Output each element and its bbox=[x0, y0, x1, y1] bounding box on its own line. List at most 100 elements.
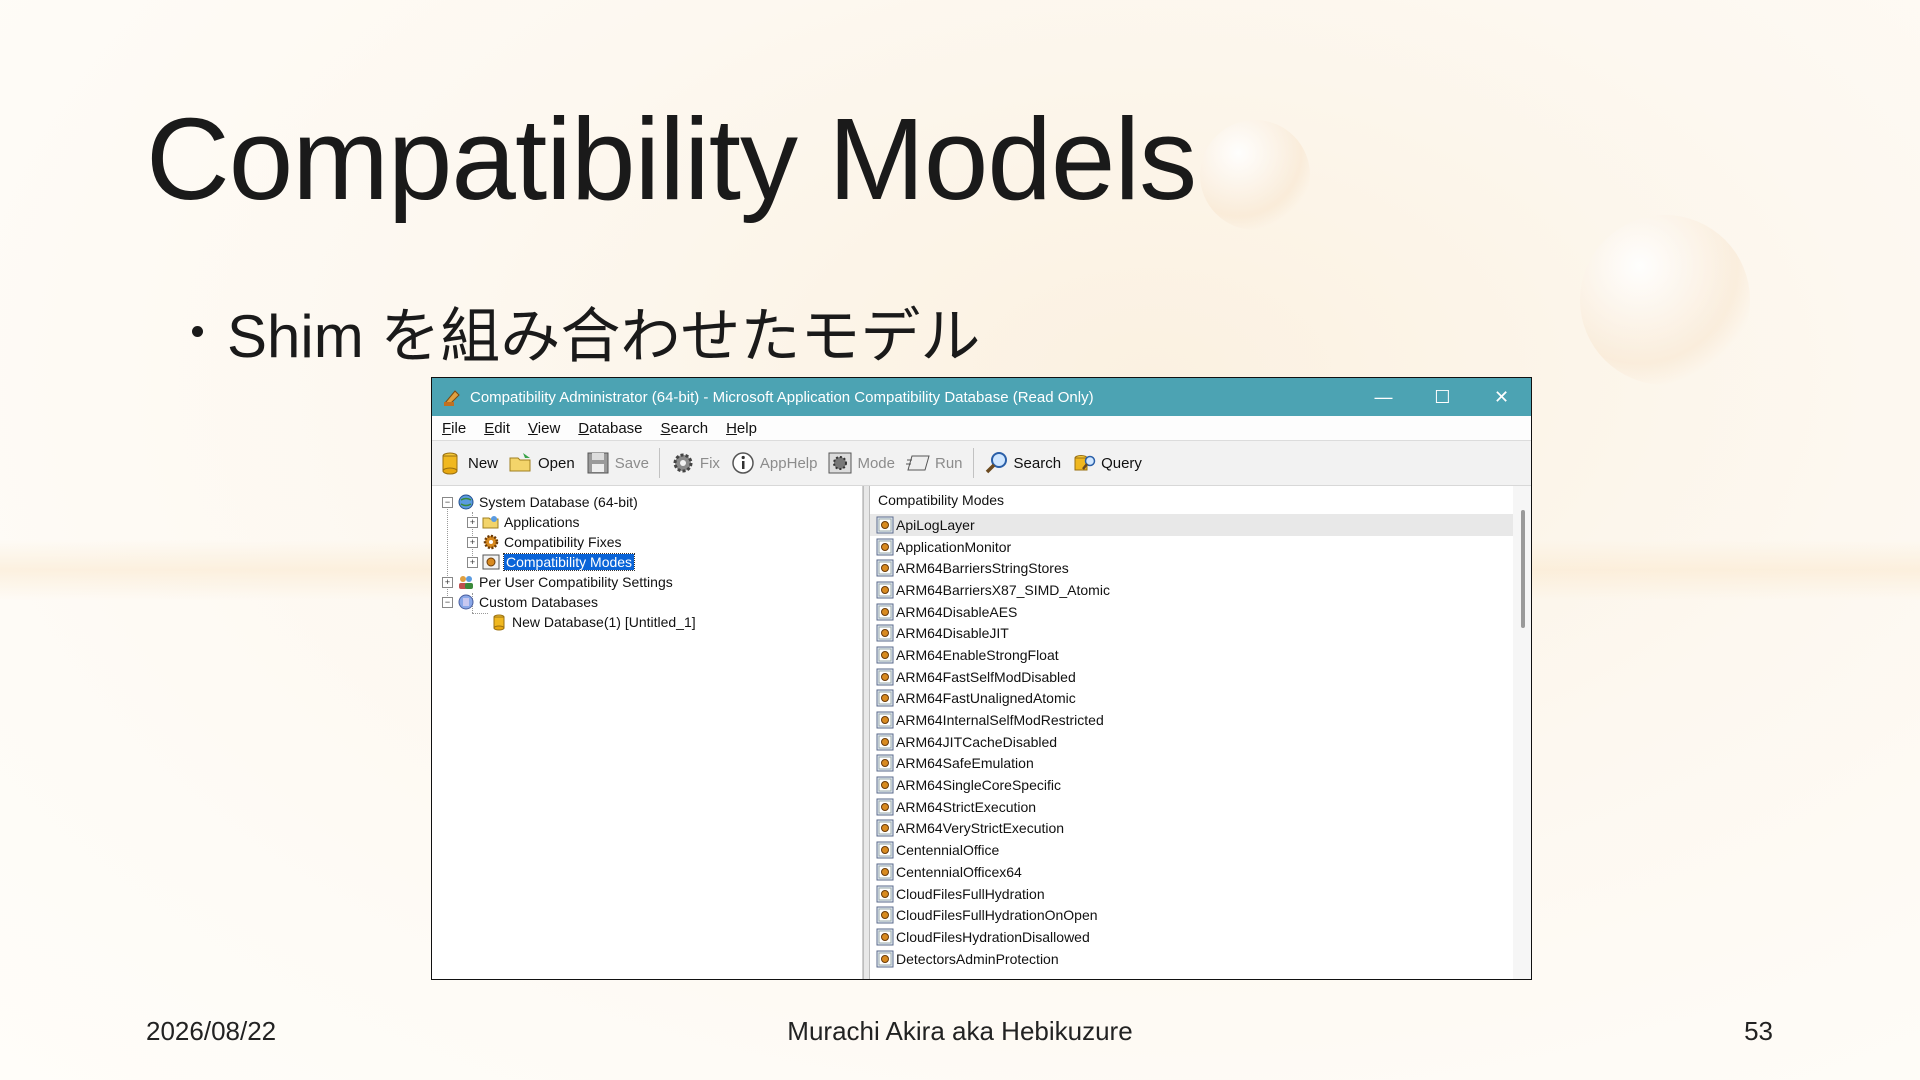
list-item[interactable]: ApplicationMonitor bbox=[870, 536, 1513, 558]
toolbar-separator bbox=[658, 448, 660, 478]
list-item[interactable]: ARM64FastUnalignedAtomic bbox=[870, 688, 1513, 710]
list-item[interactable]: ARM64SafeEmulation bbox=[870, 753, 1513, 775]
vertical-scrollbar[interactable] bbox=[1513, 486, 1531, 979]
menu-view[interactable]: View bbox=[528, 420, 560, 437]
scrollbar-thumb[interactable] bbox=[1521, 510, 1525, 628]
list-item[interactable]: ARM64SingleCoreSpecific bbox=[870, 774, 1513, 796]
list-item[interactable]: ARM64BarriersX87_SIMD_Atomic bbox=[870, 579, 1513, 601]
fix-button[interactable]: Fix bbox=[668, 445, 724, 481]
menu-search[interactable]: Search bbox=[661, 420, 709, 437]
expand-icon[interactable]: + bbox=[467, 556, 478, 568]
list-item[interactable]: ARM64DisableJIT bbox=[870, 622, 1513, 644]
custom-database-icon bbox=[458, 594, 474, 610]
database-new-icon bbox=[442, 452, 458, 475]
save-icon bbox=[587, 452, 609, 474]
list-item[interactable]: CloudFilesFullHydrationOnOpen bbox=[870, 904, 1513, 926]
collapse-icon[interactable]: − bbox=[442, 596, 453, 608]
title-bar[interactable]: Compatibility Administrator (64-bit) - M… bbox=[432, 378, 1531, 416]
run-button[interactable]: Run bbox=[903, 445, 967, 481]
list-item-label: ARM64BarriersStringStores bbox=[896, 560, 1069, 577]
save-button[interactable]: Save bbox=[583, 445, 653, 481]
tree-label-selected: Compatibility Modes bbox=[502, 553, 636, 571]
list-item-label: ARM64EnableStrongFloat bbox=[896, 646, 1059, 663]
toolbar-separator bbox=[972, 448, 974, 478]
menu-edit[interactable]: Edit bbox=[484, 420, 510, 437]
info-icon bbox=[732, 452, 754, 474]
globe-database-icon bbox=[458, 494, 474, 510]
expand-icon[interactable]: + bbox=[467, 516, 478, 528]
list-item[interactable]: DetectorsAdminProtection bbox=[870, 948, 1513, 970]
list-item[interactable]: ARM64FastSelfModDisabled bbox=[870, 666, 1513, 688]
menu-database[interactable]: Database bbox=[578, 420, 642, 437]
list-item[interactable]: ARM64StrictExecution bbox=[870, 796, 1513, 818]
compat-mode-icon bbox=[876, 733, 896, 751]
search-button[interactable]: Search bbox=[982, 445, 1066, 481]
list-item[interactable]: ARM64BarriersStringStores bbox=[870, 557, 1513, 579]
compat-mode-icon bbox=[876, 885, 896, 903]
bullet-text: Shim を組み合わせたモデル bbox=[227, 303, 981, 370]
tree-node-compat-modes[interactable]: + Compatibility Modes bbox=[467, 552, 636, 572]
footer-author: Murachi Akira aka Hebikuzure bbox=[787, 1016, 1133, 1046]
list-item-label: CentennialOfficex64 bbox=[896, 863, 1022, 880]
list-item[interactable]: ApiLogLayer bbox=[870, 514, 1513, 536]
new-button[interactable]: New bbox=[436, 445, 502, 481]
close-button[interactable]: ✕ bbox=[1472, 378, 1531, 416]
apphelp-button[interactable]: AppHelp bbox=[728, 445, 822, 481]
query-button[interactable]: Query bbox=[1069, 445, 1146, 481]
compat-admin-icon bbox=[444, 390, 460, 406]
list-item[interactable]: CentennialOfficex64 bbox=[870, 861, 1513, 883]
compat-mode-icon bbox=[876, 819, 896, 837]
compat-mode-icon bbox=[876, 841, 896, 859]
list-item[interactable]: ARM64EnableStrongFloat bbox=[870, 644, 1513, 666]
fix-gear-icon bbox=[483, 534, 499, 550]
minimize-button[interactable]: — bbox=[1354, 378, 1413, 416]
maximize-button[interactable]: ☐ bbox=[1413, 378, 1472, 416]
tree-label: Compatibility Fixes bbox=[504, 534, 622, 550]
list-item[interactable]: ARM64InternalSelfModRestricted bbox=[870, 709, 1513, 731]
list-item[interactable]: CloudFilesHydrationDisallowed bbox=[870, 926, 1513, 948]
open-button[interactable]: Open bbox=[506, 445, 579, 481]
list-item[interactable]: CloudFilesFullHydration bbox=[870, 883, 1513, 905]
list-item-label: ARM64DisableAES bbox=[896, 603, 1018, 620]
list-item-label: ARM64StrictExecution bbox=[896, 798, 1037, 815]
compat-mode-icon bbox=[876, 950, 896, 968]
tree-node-compat-fixes[interactable]: + Compatibility Fixes bbox=[467, 532, 621, 552]
compat-mode-icon bbox=[876, 538, 896, 556]
pane-splitter[interactable] bbox=[863, 486, 870, 979]
menu-file[interactable]: File bbox=[442, 420, 466, 437]
list-item-label: ARM64BarriersX87_SIMD_Atomic bbox=[896, 581, 1110, 598]
search-icon bbox=[985, 452, 1007, 474]
tree-connector bbox=[472, 613, 488, 614]
list-item[interactable]: ARM64DisableAES bbox=[870, 601, 1513, 623]
folder-icon bbox=[482, 516, 499, 529]
list-item-label: ARM64FastSelfModDisabled bbox=[896, 668, 1076, 685]
modes-list-view: Compatibility Modes ApiLogLayer Applicati… bbox=[870, 486, 1531, 979]
compat-mode-icon bbox=[876, 603, 896, 621]
list-item-label: ARM64SingleCoreSpecific bbox=[896, 777, 1061, 794]
tree-node-new-database[interactable]: New Database(1) [Untitled_1] bbox=[490, 612, 696, 632]
menu-help[interactable]: Help bbox=[726, 420, 757, 437]
compat-mode-icon bbox=[876, 646, 896, 664]
expand-icon[interactable]: + bbox=[467, 536, 478, 548]
compat-mode-icon bbox=[876, 798, 896, 816]
compat-mode-icon bbox=[876, 559, 896, 577]
folder-open-icon bbox=[509, 453, 531, 472]
tree-node-system-database[interactable]: − System Database (64-bit) bbox=[442, 492, 638, 512]
list-item[interactable]: ARM64JITCacheDisabled bbox=[870, 731, 1513, 753]
mode-icon bbox=[482, 554, 500, 570]
expand-icon[interactable]: + bbox=[442, 576, 453, 588]
compat-mode-icon bbox=[876, 581, 896, 599]
collapse-icon[interactable]: − bbox=[442, 496, 453, 508]
bullet-item: Shim を組み合わせたモデル bbox=[192, 288, 980, 375]
tree-node-applications[interactable]: + Applications bbox=[467, 512, 580, 532]
window-title: Compatibility Administrator (64-bit) - M… bbox=[470, 388, 1094, 406]
query-icon bbox=[1074, 455, 1096, 471]
bullet-dot-icon bbox=[192, 326, 203, 337]
list-item[interactable]: CentennialOffice bbox=[870, 839, 1513, 861]
list-item[interactable]: ARM64VeryStrictExecution bbox=[870, 818, 1513, 840]
list-header[interactable]: Compatibility Modes bbox=[870, 486, 1531, 514]
mode-button[interactable]: Mode bbox=[825, 445, 899, 481]
tree-node-custom-databases[interactable]: − Custom Databases bbox=[442, 592, 598, 612]
list-item-label: ARM64InternalSelfModRestricted bbox=[896, 712, 1104, 729]
tree-node-per-user[interactable]: + Per User Compatibility Settings bbox=[442, 572, 673, 592]
